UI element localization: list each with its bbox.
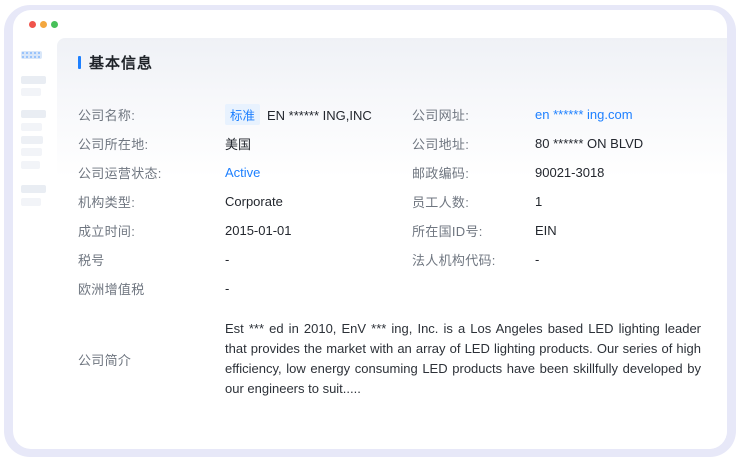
section-marker-icon xyxy=(78,56,81,69)
browser-window: 基本信息 公司名称:标准EN ****** ING,INC公司网址:en ***… xyxy=(4,5,736,457)
sidebar-skeleton-item xyxy=(21,161,40,169)
window-body: 基本信息 公司名称:标准EN ****** ING,INC公司网址:en ***… xyxy=(13,38,727,449)
basic-info-panel: 基本信息 公司名称:标准EN ****** ING,INC公司网址:en ***… xyxy=(57,38,727,449)
field-value: 1 xyxy=(535,194,701,209)
sidebar-skeleton-item xyxy=(21,185,46,193)
window-inner: 基本信息 公司名称:标准EN ****** ING,INC公司网址:en ***… xyxy=(13,10,727,449)
info-grid: 公司名称:标准EN ****** ING,INC公司网址:en ****** i… xyxy=(78,100,701,303)
field-label: 公司网址: xyxy=(412,105,535,124)
close-button[interactable] xyxy=(29,21,36,28)
field-value: - xyxy=(535,252,701,267)
company-profile-text: Est *** ed in 2010, EnV *** ing, Inc. is… xyxy=(225,319,701,399)
field-label: 公司所在地: xyxy=(78,134,225,153)
sidebar-skeleton-item xyxy=(21,148,42,156)
sidebar-skeleton-item xyxy=(21,136,43,144)
sidebar-skeleton-item xyxy=(21,76,46,84)
field-label: 邮政编码: xyxy=(412,163,535,182)
field-value: Corporate xyxy=(225,194,412,209)
field-value: Active xyxy=(225,165,412,180)
window-titlebar xyxy=(13,10,727,38)
field-label: 成立时间: xyxy=(78,221,225,240)
field-value: - xyxy=(225,252,412,267)
minimize-button[interactable] xyxy=(40,21,47,28)
field-value: - xyxy=(225,281,412,296)
company-profile-row: 公司简介 Est *** ed in 2010, EnV *** ing, In… xyxy=(78,319,701,399)
field-value: 80 ****** ON BLVD xyxy=(535,136,701,151)
field-label: 欧洲增值税 xyxy=(78,279,225,298)
section-title: 基本信息 xyxy=(89,52,153,73)
field-label: 公司运营状态: xyxy=(78,163,225,182)
field-label: 法人机构代码: xyxy=(412,250,535,269)
page: 基本信息 公司名称:标准EN ****** ING,INC公司网址:en ***… xyxy=(0,0,740,465)
field-label: 公司简介 xyxy=(78,350,225,369)
field-value: EIN xyxy=(535,223,701,238)
field-label: 公司名称: xyxy=(78,105,225,124)
field-value: 标准EN ****** ING,INC xyxy=(225,104,412,125)
field-label: 机构类型: xyxy=(78,192,225,211)
field-value: 美国 xyxy=(225,134,412,153)
field-label: 员工人数: xyxy=(412,192,535,211)
field-label: 所在国ID号: xyxy=(412,221,535,240)
sidebar-skeleton-item xyxy=(21,198,41,206)
standard-badge: 标准 xyxy=(225,104,260,125)
field-label: 税号 xyxy=(78,250,225,269)
sidebar-skeleton-item xyxy=(21,88,41,96)
maximize-button[interactable] xyxy=(51,21,58,28)
sidebar-skeleton-item xyxy=(21,123,42,131)
sidebar-skeleton-item xyxy=(21,110,46,118)
sidebar-skeleton-item xyxy=(21,51,42,59)
field-value-link[interactable]: en ****** ing.com xyxy=(535,107,701,122)
field-value: 90021-3018 xyxy=(535,165,701,180)
field-label: 公司地址: xyxy=(412,134,535,153)
section-header: 基本信息 xyxy=(78,52,701,73)
field-value: 2015-01-01 xyxy=(225,223,412,238)
sidebar-skeleton xyxy=(13,38,57,449)
